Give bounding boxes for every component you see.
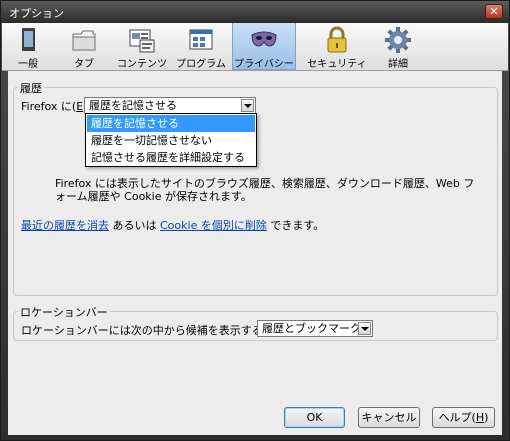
history-option-custom[interactable]: 記憶させる履歴を詳細設定する [87, 149, 255, 166]
tab-security[interactable]: セキュリティ [306, 23, 368, 70]
general-icon [22, 28, 35, 51]
tab-general-label: 一般 [18, 59, 38, 70]
history-actions-line: 最近の履歴を消去 あるいは Cookie を個別に削除 できます。 [21, 217, 324, 233]
gear-icon [385, 27, 411, 53]
tab-general[interactable]: 一般 [11, 23, 45, 70]
tab-tabs-label: タブ [74, 59, 94, 70]
or-text: あるいは [112, 219, 157, 232]
title-bar[interactable]: オプション ✕ [1, 1, 509, 23]
history-description: Firefox には表示したサイトのブラウズ履歴、検索履歴、ダウンロード履歴、W… [55, 177, 475, 203]
history-mode-dropdown[interactable]: 履歴を記憶させる [84, 97, 256, 114]
clear-recent-history-link[interactable]: 最近の履歴を消去 [21, 219, 109, 232]
cancel-button[interactable]: キャンセル [358, 407, 420, 428]
history-option-never[interactable]: 履歴を一切記憶させない [87, 132, 255, 149]
applications-icon [189, 29, 213, 50]
tab-privacy[interactable]: プライバシー [232, 23, 296, 70]
tab-advanced[interactable]: 詳細 [379, 23, 417, 70]
close-button[interactable]: ✕ [485, 4, 503, 19]
history-mode-label: Firefox に(E): [21, 100, 91, 113]
tab-privacy-label: プライバシー [234, 59, 294, 70]
pane-toolbar: 一般 タブ コンテンツ プログラム プライバシー セキュリティ 詳細 [2, 23, 508, 71]
tail-text: できます。 [270, 219, 325, 232]
tabs-icon [72, 30, 96, 51]
tab-tabs[interactable]: タブ [65, 23, 103, 70]
history-mode-value: 履歴を記憶させる [89, 99, 177, 112]
tab-content-label: コンテンツ [117, 59, 167, 70]
location-bar-suggest-dropdown[interactable]: 履歴とブックマーク [257, 320, 373, 337]
help-button[interactable]: ヘルプ(H) [432, 407, 495, 428]
ok-button[interactable]: OK [284, 407, 345, 428]
location-bar-suggest-value: 履歴とブックマーク [262, 322, 361, 335]
window-title: オプション [9, 7, 64, 20]
history-group-label: 履歴 [18, 80, 44, 96]
tab-advanced-label: 詳細 [388, 59, 408, 70]
chevron-down-icon[interactable] [241, 99, 254, 112]
tab-applications-label: プログラム [176, 59, 226, 70]
close-icon: ✕ [489, 5, 499, 18]
options-window: オプション ✕ 一般 タブ コンテンツ プログラム プライバシー セキュリティ … [0, 0, 510, 441]
tab-security-label: セキュリティ [307, 59, 367, 70]
lock-icon [327, 26, 347, 53]
chevron-down-icon[interactable] [358, 322, 371, 335]
location-bar-suggest-label: ロケーションバーには次の中から候補を表示する(L): [21, 324, 281, 337]
tab-content[interactable]: コンテンツ [114, 23, 170, 70]
tab-applications[interactable]: プログラム [174, 23, 228, 70]
remove-cookies-link[interactable]: Cookie を個別に削除 [160, 219, 267, 232]
location-bar-group-label: ロケーションバー [18, 304, 110, 320]
content-icon [129, 29, 155, 53]
history-mode-dropdown-list: 履歴を記憶させる 履歴を一切記憶させない 記憶させる履歴を詳細設定する [85, 113, 257, 167]
history-option-remember[interactable]: 履歴を記憶させる [87, 115, 255, 132]
privacy-mask-icon [251, 31, 277, 47]
